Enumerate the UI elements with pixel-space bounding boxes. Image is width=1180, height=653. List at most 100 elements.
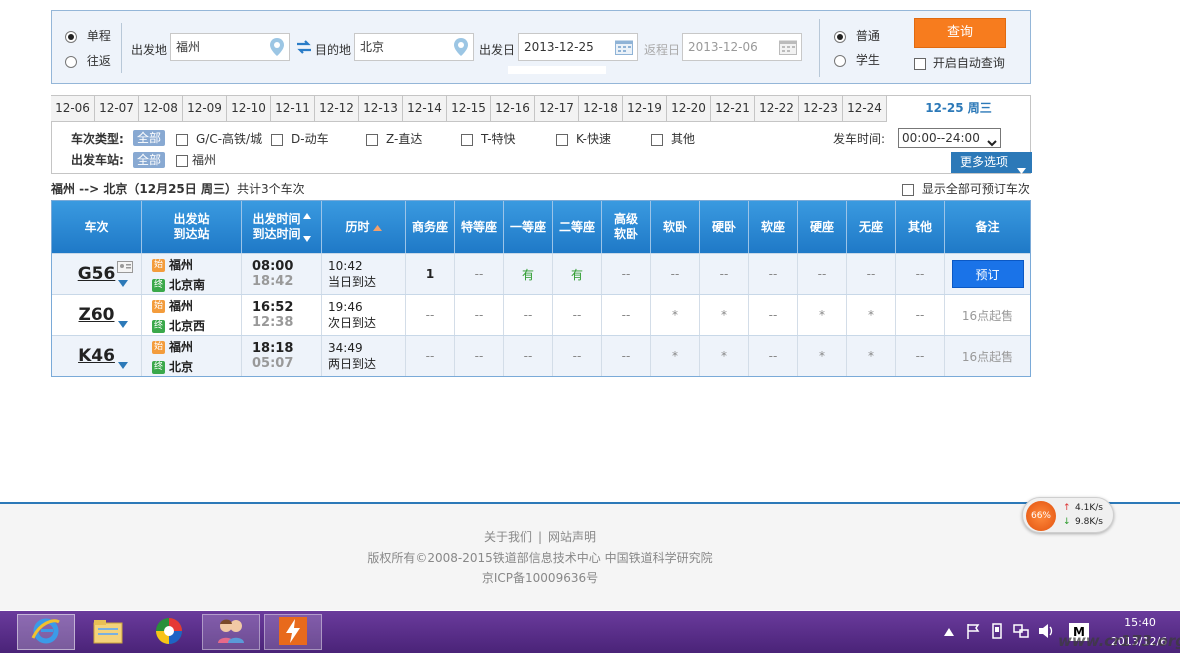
date-tab[interactable]: 12-09 <box>183 95 227 122</box>
seat-cell: -- <box>455 254 504 294</box>
checkbox[interactable] <box>461 133 473 146</box>
seat-availability: -- <box>719 267 729 281</box>
header-text: 软卧 <box>662 219 687 234</box>
date-tab[interactable]: 12-17 <box>535 95 579 122</box>
show-hidden-icons-icon[interactable] <box>944 625 954 639</box>
date-tab[interactable]: 12-22 <box>755 95 799 122</box>
trip-oneway-option[interactable]: 单程 <box>65 27 111 44</box>
end-station-icon: 终 <box>152 319 165 333</box>
show-all-option[interactable]: 显示全部可预订车次 <box>902 180 1030 197</box>
app-taskbar-button[interactable] <box>264 614 322 650</box>
header-duration[interactable]: 历时 <box>322 201 406 253</box>
expand-arrow-icon[interactable] <box>118 276 128 290</box>
date-tab[interactable]: 12-13 <box>359 95 403 122</box>
date-tab[interactable]: 12-21 <box>711 95 755 122</box>
type-student-option[interactable]: 学生 <box>834 51 880 68</box>
station-cell: 始福州终北京 <box>142 336 242 376</box>
seat-cell: 有 <box>504 254 553 294</box>
date-tab[interactable]: 12-06 <box>51 95 95 122</box>
checkbox[interactable] <box>556 133 568 146</box>
date-tab[interactable]: 12-11 <box>271 95 315 122</box>
depart-time-select[interactable]: 00:00--24:00 <box>898 128 1001 148</box>
type-k-option[interactable]: K-快速 <box>556 130 611 147</box>
swap-icon[interactable] <box>296 40 312 57</box>
show-all-checkbox[interactable] <box>902 183 914 196</box>
train-number-link[interactable]: K46 <box>78 346 115 366</box>
station-option[interactable]: 福州 <box>176 151 216 168</box>
device-icon[interactable] <box>990 623 1004 642</box>
id-card-icon <box>117 261 133 276</box>
trip-round-option[interactable]: 往返 <box>65 52 111 69</box>
media-taskbar-button[interactable] <box>140 614 198 650</box>
type-z-option[interactable]: Z-直达 <box>366 130 422 147</box>
query-button[interactable]: 查询 <box>914 18 1006 48</box>
checkbox[interactable] <box>271 133 283 146</box>
type-t-option[interactable]: T-特快 <box>461 130 516 147</box>
train-cell: G56 <box>52 254 142 294</box>
media-player-icon <box>154 616 184 649</box>
sort-up-icon[interactable] <box>302 208 311 223</box>
statement-link[interactable]: 网站声明 <box>548 530 596 544</box>
checkbox[interactable] <box>176 133 188 146</box>
book-button[interactable]: 预订 <box>951 260 1024 288</box>
header-time[interactable]: 出发时间 到达时间 <box>242 201 322 253</box>
date-tab[interactable]: 12-23 <box>799 95 843 122</box>
date-tab[interactable]: 12-07 <box>95 95 139 122</box>
auto-query-checkbox[interactable] <box>914 57 926 70</box>
volume-icon[interactable] <box>1038 623 1054 642</box>
station-all-button[interactable]: 全部 <box>133 152 166 168</box>
to-location-icon[interactable] <box>454 38 468 59</box>
from-location-icon[interactable] <box>270 38 284 59</box>
chat-taskbar-button[interactable] <box>202 614 260 650</box>
date-tab[interactable]: 12-08 <box>139 95 183 122</box>
about-link[interactable]: 关于我们 <box>484 530 532 544</box>
net-speed-widget[interactable]: 66% ↑ 4.1K/s ↓ 9.8K/s <box>1022 497 1114 533</box>
train-number-link[interactable]: G56 <box>78 264 116 284</box>
date-tab[interactable]: 12-20 <box>667 95 711 122</box>
date-tab[interactable]: 12-15 <box>447 95 491 122</box>
date-tab[interactable]: 12-10 <box>227 95 271 122</box>
train-number-link[interactable]: Z60 <box>79 305 115 325</box>
flag-icon[interactable] <box>966 623 980 642</box>
train-type-all-button[interactable]: 全部 <box>133 130 166 146</box>
type-other-option[interactable]: 其他 <box>651 130 695 147</box>
expand-arrow-icon[interactable] <box>118 358 128 372</box>
date-tab[interactable]: 12-19 <box>623 95 667 122</box>
expand-arrow-icon[interactable] <box>118 317 128 331</box>
network-icon[interactable] <box>1013 623 1029 642</box>
clock-time[interactable]: 15:40 <box>1108 616 1172 629</box>
seat-availability: -- <box>670 267 680 281</box>
footer-links: 关于我们 | 网站声明 <box>0 528 1080 545</box>
type-gc-option[interactable]: G/C-高铁/城 <box>176 130 262 147</box>
seat-cell: * <box>847 336 896 376</box>
sort-down-icon[interactable] <box>302 231 311 246</box>
header-premium-sleeper: 高级 软卧 <box>602 201 651 253</box>
ie-taskbar-button[interactable] <box>17 614 75 650</box>
return-calendar-icon[interactable] <box>779 39 797 58</box>
radio-normal[interactable] <box>834 30 846 43</box>
checkbox[interactable] <box>176 154 188 167</box>
type-d-option[interactable]: D-动车 <box>271 130 329 147</box>
radio-student[interactable] <box>834 54 846 67</box>
selected-date-tab[interactable]: 12-25 周三 <box>887 95 1031 122</box>
duration: 10:42 <box>328 258 363 273</box>
header-text: 车次 <box>84 219 109 234</box>
depart-time: 08:00 <box>252 259 294 274</box>
header-soft-seat: 软座 <box>749 201 798 253</box>
radio-oneway[interactable] <box>65 30 77 43</box>
date-tab[interactable]: 12-12 <box>315 95 359 122</box>
date-tab[interactable]: 12-24 <box>843 95 887 122</box>
type-normal-option[interactable]: 普通 <box>834 27 880 44</box>
auto-query-option[interactable]: 开启自动查询 <box>914 54 1005 71</box>
more-options-button[interactable]: 更多选项 <box>951 152 1032 174</box>
duration: 34:49 <box>328 340 363 355</box>
checkbox[interactable] <box>366 133 378 146</box>
date-tab[interactable]: 12-18 <box>579 95 623 122</box>
depart-calendar-icon[interactable] <box>615 39 633 58</box>
explorer-taskbar-button[interactable] <box>79 614 137 650</box>
date-tab[interactable]: 12-14 <box>403 95 447 122</box>
checkbox[interactable] <box>651 133 663 146</box>
date-tab[interactable]: 12-16 <box>491 95 535 122</box>
sort-up-icon[interactable] <box>372 220 382 235</box>
radio-round[interactable] <box>65 55 77 68</box>
